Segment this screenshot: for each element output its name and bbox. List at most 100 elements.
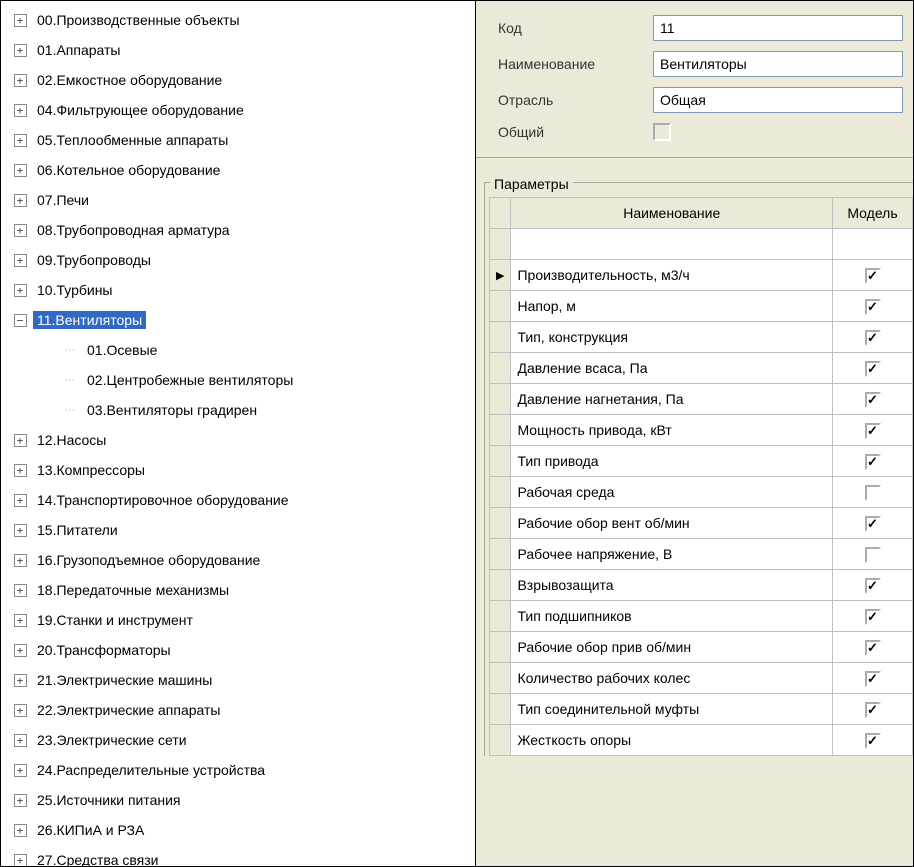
tree-item[interactable]: +12.Насосы (7, 425, 469, 455)
table-row[interactable]: Мощность привода, кВт✓ (490, 415, 913, 446)
param-name-cell[interactable]: Тип соединительной муфты (511, 694, 833, 725)
tree-item[interactable]: +10.Турбины (7, 275, 469, 305)
tree-item-label[interactable]: 06.Котельное оборудование (33, 161, 224, 179)
tree-item-label[interactable]: 14.Транспортировочное оборудование (33, 491, 293, 509)
tree-item[interactable]: +13.Компрессоры (7, 455, 469, 485)
model-checkbox[interactable]: ✓ (865, 702, 881, 718)
tree-child-item[interactable]: ⋯02.Центробежные вентиляторы (7, 365, 469, 395)
branch-input[interactable] (653, 87, 903, 113)
expand-icon[interactable]: + (14, 434, 27, 447)
param-name-cell[interactable]: Тип, конструкция (511, 322, 833, 353)
param-name-cell[interactable]: Производительность, м3/ч (511, 260, 833, 291)
table-row[interactable]: Рабочие обор вент об/мин✓ (490, 508, 913, 539)
name-input[interactable] (653, 51, 903, 77)
expand-icon[interactable]: + (14, 734, 27, 747)
table-row[interactable]: Тип, конструкция ✓ (490, 322, 913, 353)
table-row[interactable]: Рабочее напряжение, В✓ (490, 539, 913, 570)
tree-item-label[interactable]: 25.Источники питания (33, 791, 185, 809)
table-row[interactable]: Количество рабочих колес ✓ (490, 663, 913, 694)
tree-item[interactable]: +05.Теплообменные аппараты (7, 125, 469, 155)
model-checkbox[interactable]: ✓ (865, 733, 881, 749)
tree-item-label[interactable]: 19.Станки и инструмент (33, 611, 197, 629)
tree-item[interactable]: +22.Электрические аппараты (7, 695, 469, 725)
model-checkbox[interactable]: ✓ (865, 392, 881, 408)
tree-item-label[interactable]: 15.Питатели (33, 521, 122, 539)
tree-item-label[interactable]: 01.Осевые (83, 341, 161, 359)
model-checkbox[interactable]: ✓ (865, 485, 881, 501)
tree-item-label[interactable]: 04.Фильтрующее оборудование (33, 101, 248, 119)
tree-item[interactable]: +09.Трубопроводы (7, 245, 469, 275)
expand-icon[interactable]: + (14, 524, 27, 537)
tree-item-label[interactable]: 22.Электрические аппараты (33, 701, 225, 719)
table-row[interactable]: Жесткость опоры ✓ (490, 725, 913, 756)
expand-icon[interactable]: + (14, 614, 27, 627)
tree-item-label[interactable]: 12.Насосы (33, 431, 110, 449)
table-row[interactable]: Рабочая среда ✓ (490, 477, 913, 508)
table-row[interactable]: Давление нагнетания, Па✓ (490, 384, 913, 415)
expand-icon[interactable]: + (14, 764, 27, 777)
model-checkbox[interactable]: ✓ (865, 671, 881, 687)
tree-item-label[interactable]: 03.Вентиляторы градирен (83, 401, 261, 419)
tree-item-label[interactable]: 21.Электрические машины (33, 671, 216, 689)
tree-item[interactable]: +26.КИПиА и РЗА (7, 815, 469, 845)
model-checkbox[interactable]: ✓ (865, 361, 881, 377)
table-row[interactable]: Напор, м✓ (490, 291, 913, 322)
tree-item-label[interactable]: 00.Производственные объекты (33, 11, 244, 29)
param-model-cell[interactable]: ✓ (833, 725, 913, 756)
table-row[interactable]: Взрывозащита✓ (490, 570, 913, 601)
tree-item-label[interactable]: 11.Вентиляторы (33, 311, 146, 329)
tree-item[interactable]: +07.Печи (7, 185, 469, 215)
expand-icon[interactable]: + (14, 584, 27, 597)
tree-item[interactable]: +23.Электрические сети (7, 725, 469, 755)
model-checkbox[interactable]: ✓ (865, 299, 881, 315)
param-name-cell[interactable]: Рабочее напряжение, В (511, 539, 833, 570)
tree-item-label[interactable]: 02.Центробежные вентиляторы (83, 371, 297, 389)
tree-item[interactable]: +20.Трансформаторы (7, 635, 469, 665)
param-model-cell[interactable]: ✓ (833, 663, 913, 694)
param-model-cell[interactable]: ✓ (833, 291, 913, 322)
col-name-header[interactable]: Наименование (511, 198, 833, 229)
tree-item-label[interactable]: 20.Трансформаторы (33, 641, 175, 659)
tree-item[interactable]: −11.Вентиляторы (7, 305, 469, 335)
expand-icon[interactable]: + (14, 44, 27, 57)
expand-icon[interactable]: + (14, 794, 27, 807)
collapse-icon[interactable]: − (14, 314, 27, 327)
model-checkbox[interactable]: ✓ (865, 423, 881, 439)
param-name-cell[interactable]: Количество рабочих колес (511, 663, 833, 694)
param-name-cell[interactable]: Жесткость опоры (511, 725, 833, 756)
tree-item[interactable]: +14.Транспортировочное оборудование (7, 485, 469, 515)
tree-item[interactable]: +16.Грузоподъемное оборудование (7, 545, 469, 575)
param-model-cell[interactable]: ✓ (833, 446, 913, 477)
expand-icon[interactable]: + (14, 254, 27, 267)
expand-icon[interactable]: + (14, 194, 27, 207)
param-name-cell[interactable]: Рабочая среда (511, 477, 833, 508)
expand-icon[interactable]: + (14, 464, 27, 477)
expand-icon[interactable]: + (14, 854, 27, 867)
param-model-cell[interactable]: ✓ (833, 539, 913, 570)
expand-icon[interactable]: + (14, 554, 27, 567)
table-row[interactable]: Рабочие обор прив об/мин✓ (490, 632, 913, 663)
param-model-cell[interactable]: ✓ (833, 353, 913, 384)
model-checkbox[interactable]: ✓ (865, 578, 881, 594)
param-name-cell[interactable]: Тип подшипников (511, 601, 833, 632)
tree-item-label[interactable]: 09.Трубопроводы (33, 251, 155, 269)
tree-item[interactable]: +27.Средства связи (7, 845, 469, 866)
code-input[interactable] (653, 15, 903, 41)
col-model-header[interactable]: Модель (833, 198, 913, 229)
param-name-cell[interactable]: Тип привода (511, 446, 833, 477)
param-model-cell[interactable]: ✓ (833, 632, 913, 663)
expand-icon[interactable]: + (14, 704, 27, 717)
model-checkbox[interactable]: ✓ (865, 268, 881, 284)
expand-icon[interactable]: + (14, 824, 27, 837)
tree-item-label[interactable]: 05.Теплообменные аппараты (33, 131, 232, 149)
tree-item[interactable]: +19.Станки и инструмент (7, 605, 469, 635)
tree-item[interactable]: +21.Электрические машины (7, 665, 469, 695)
param-model-cell[interactable]: ✓ (833, 601, 913, 632)
expand-icon[interactable]: + (14, 134, 27, 147)
table-row[interactable]: ▶Производительность, м3/ч✓ (490, 260, 913, 291)
expand-icon[interactable]: + (14, 74, 27, 87)
tree-item-label[interactable]: 01.Аппараты (33, 41, 125, 59)
tree-item-label[interactable]: 13.Компрессоры (33, 461, 149, 479)
tree-item[interactable]: +15.Питатели (7, 515, 469, 545)
model-checkbox[interactable]: ✓ (865, 330, 881, 346)
